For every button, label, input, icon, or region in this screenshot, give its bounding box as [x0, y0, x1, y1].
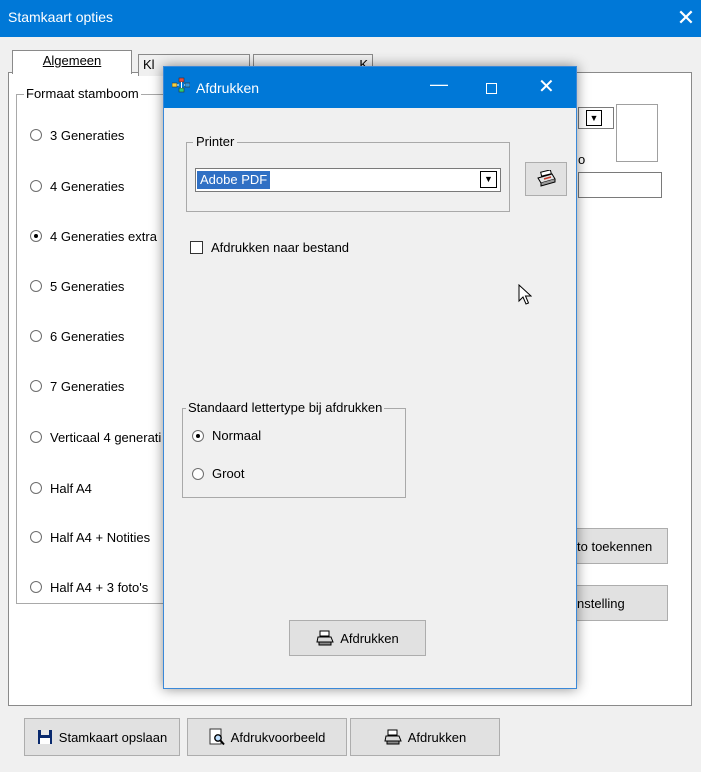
- partial-label: o: [578, 152, 586, 167]
- printer-setup-icon: [535, 170, 557, 188]
- radio-button[interactable]: [30, 330, 42, 342]
- radio-label: 5 Generaties: [50, 278, 125, 294]
- font-group-label: Standaard lettertype bij afdrukken: [186, 400, 385, 415]
- family-tree-icon: [172, 77, 190, 93]
- radio-5-generaties[interactable]: 5 Generaties: [30, 275, 124, 297]
- maximize-button[interactable]: [486, 83, 497, 94]
- radio-button[interactable]: [192, 467, 204, 480]
- print-to-file-label: Afdrukken naar bestand: [211, 240, 350, 255]
- dialog-print-button-label: Afdrukken: [340, 630, 399, 646]
- printer-icon: [384, 729, 402, 745]
- radio-half-a4-3-fotos[interactable]: Half A4 + 3 foto's: [30, 576, 148, 598]
- radio-6-generaties[interactable]: 6 Generaties: [30, 325, 124, 347]
- tab-algemeen-label: Algemeen: [42, 53, 102, 68]
- radio-button[interactable]: [30, 482, 42, 494]
- main-close-button[interactable]: ✕: [672, 4, 700, 32]
- radio-label: Half A4 + Notities: [50, 529, 151, 545]
- photo-preview-box: [616, 104, 658, 162]
- print-preview-button[interactable]: Afdrukvoorbeeld: [187, 718, 347, 756]
- radio-button[interactable]: [30, 180, 42, 192]
- print-button[interactable]: Afdrukken: [350, 718, 500, 756]
- radio-button-checked[interactable]: [192, 429, 204, 442]
- dialog-print-button[interactable]: Afdrukken: [289, 620, 426, 656]
- main-titlebar[interactable]: Stamkaart opties ✕: [0, 0, 701, 37]
- instelling-label: nstelling: [577, 595, 625, 611]
- radio-label: Half A4: [50, 480, 92, 496]
- background-text-field[interactable]: [578, 172, 662, 198]
- radio-verticaal-4-generaties[interactable]: Verticaal 4 generati: [30, 426, 161, 448]
- radio-label: Verticaal 4 generati: [50, 429, 162, 445]
- preview-button-label: Afdrukvoorbeeld: [230, 729, 326, 745]
- radio-button[interactable]: [30, 380, 42, 392]
- radio-button[interactable]: [30, 129, 42, 141]
- radio-button[interactable]: [30, 531, 42, 543]
- radio-half-a4[interactable]: Half A4: [30, 477, 92, 499]
- print-to-file-row[interactable]: Afdrukken naar bestand: [190, 240, 349, 255]
- mouse-cursor-icon: [518, 284, 532, 306]
- main-window-title: Stamkaart opties: [8, 9, 114, 25]
- radio-4-generaties[interactable]: 4 Generaties: [30, 175, 124, 197]
- radio-label: Normaal: [212, 428, 262, 443]
- radio-label: 3 Generaties: [50, 127, 125, 143]
- printer-setup-button[interactable]: [525, 162, 567, 196]
- format-group-label: Formaat stamboom: [24, 86, 141, 101]
- floppy-disk-icon: [37, 729, 53, 745]
- radio-label: Groot: [212, 466, 245, 481]
- radio-button[interactable]: [30, 581, 42, 593]
- radio-3-generaties[interactable]: 3 Generaties: [30, 124, 124, 146]
- dialog-close-button[interactable]: ✕: [538, 74, 555, 99]
- radio-half-a4-notities[interactable]: Half A4 + Notities: [30, 526, 150, 548]
- radio-groot[interactable]: Groot: [192, 466, 245, 481]
- tab-klein-label: Kl: [143, 57, 155, 72]
- print-button-label: Afdrukken: [407, 729, 467, 745]
- printer-group-label: Printer: [193, 134, 238, 149]
- radio-label: 6 Generaties: [50, 328, 125, 344]
- radio-normaal[interactable]: Normaal: [192, 428, 261, 443]
- radio-button[interactable]: [30, 431, 42, 443]
- radio-4-generaties-extra[interactable]: 4 Generaties extra: [30, 225, 157, 247]
- radio-label: 4 Generaties: [50, 178, 125, 194]
- save-stamkaart-button[interactable]: Stamkaart opslaan: [24, 718, 180, 756]
- radio-label: 7 Generaties: [50, 378, 125, 394]
- foto-toekennen-label: to toekennen: [577, 538, 653, 554]
- print-dialog-title: Afdrukken: [196, 80, 260, 96]
- tab-algemeen[interactable]: Algemeen: [12, 50, 132, 74]
- print-to-file-checkbox[interactable]: [190, 241, 203, 254]
- radio-button[interactable]: [30, 280, 42, 292]
- minimize-button[interactable]: —: [430, 74, 448, 95]
- save-button-label: Stamkaart opslaan: [58, 729, 168, 745]
- radio-button-checked[interactable]: [30, 230, 42, 242]
- instelling-button[interactable]: nstelling: [566, 585, 668, 621]
- foto-toekennen-button[interactable]: to toekennen: [566, 528, 668, 564]
- printer-select-value[interactable]: Adobe PDF: [197, 171, 271, 189]
- font-groupbox: [182, 408, 406, 498]
- radio-label: Half A4 + 3 foto's: [50, 579, 149, 595]
- printer-icon: [316, 630, 334, 646]
- radio-label: 4 Generaties extra: [50, 228, 157, 244]
- chevron-down-icon[interactable]: ▼: [586, 110, 602, 126]
- chevron-down-icon[interactable]: ▼: [480, 171, 497, 188]
- magnifier-document-icon: [209, 728, 225, 746]
- radio-7-generaties[interactable]: 7 Generaties: [30, 375, 124, 397]
